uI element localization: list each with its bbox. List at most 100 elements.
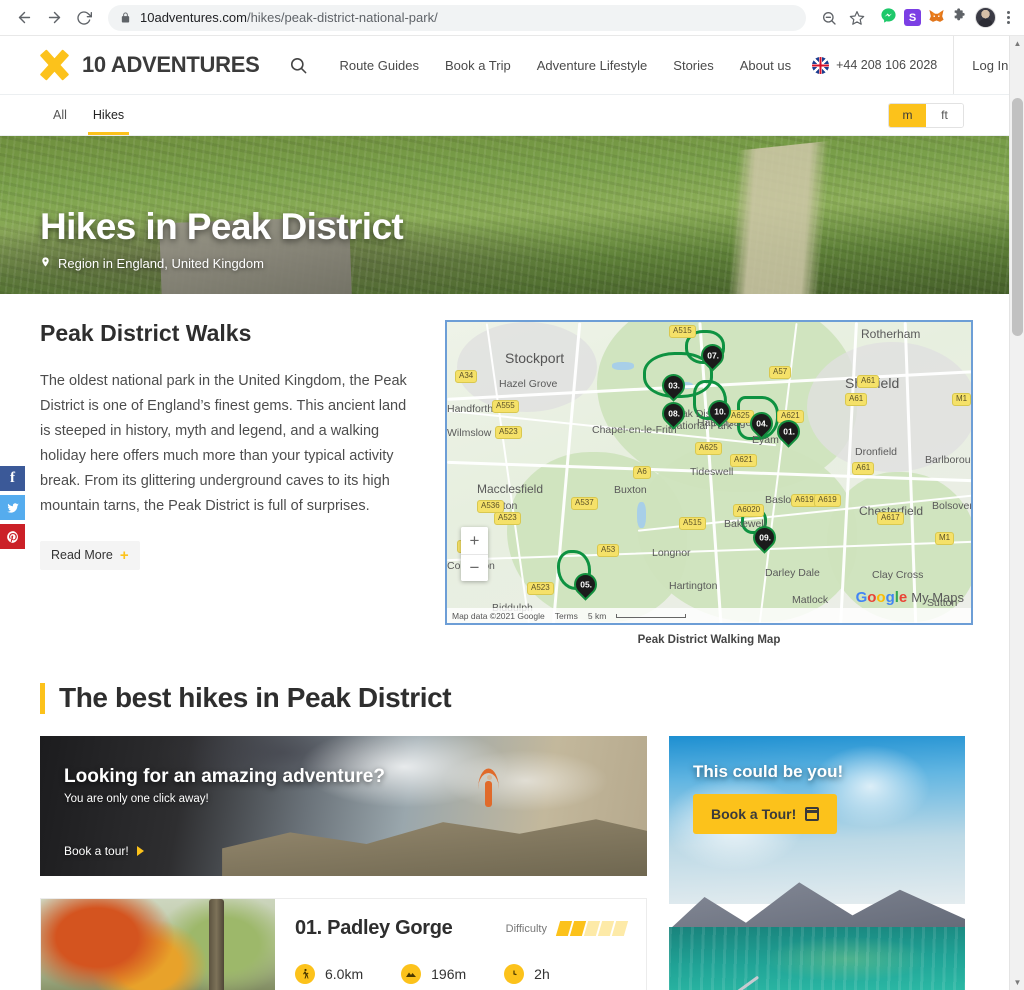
elevation-value: 196m: [431, 966, 467, 982]
page-viewport: 10 ADVENTURES Route Guides Book a Trip A…: [0, 36, 1024, 990]
map-place-label: Hartington: [669, 580, 718, 592]
map-place-label: Stockport: [505, 350, 565, 366]
intro-text-column: Peak District Walks The oldest national …: [40, 320, 415, 646]
unit-meters-button[interactable]: m: [889, 103, 926, 127]
hike-details: 01. Padley Gorge Difficulty 6.0km 196m 2…: [275, 899, 646, 990]
twitter-share-button[interactable]: [0, 495, 25, 520]
map-place-label: Rotherham: [861, 327, 921, 341]
hero-path-decoration: [457, 136, 1009, 294]
hero-location-text: Region in England, United Kingdom: [58, 256, 264, 271]
map-road-badge: M1: [952, 393, 971, 406]
units-toggle: m ft: [888, 102, 964, 128]
tab-all[interactable]: All: [40, 95, 80, 135]
omnibox-actions: [816, 5, 870, 31]
intro-section: Peak District Walks The oldest national …: [0, 294, 1009, 646]
page-content: 10 ADVENTURES Route Guides Book a Trip A…: [0, 36, 1009, 990]
book-a-tour-button[interactable]: Book a Tour!: [693, 794, 838, 834]
facebook-share-button[interactable]: f: [0, 466, 25, 491]
read-more-label: Read More: [51, 548, 113, 563]
hike-stats: 6.0km 196m 2h: [295, 964, 626, 984]
map-road-badge: M1: [935, 532, 955, 545]
map-zoom-out-button[interactable]: −: [461, 554, 488, 581]
scroll-up-arrow-icon[interactable]: ▲: [1010, 36, 1024, 51]
search-icon[interactable]: [289, 56, 308, 75]
map-zoom-in-button[interactable]: +: [461, 527, 488, 554]
metamask-extension-icon[interactable]: [928, 7, 945, 29]
adventure-banner[interactable]: Looking for an amazing adventure? You ar…: [40, 736, 647, 876]
banner-subtitle: You are only one click away!: [64, 793, 209, 805]
mountain-icon: [401, 964, 422, 984]
map-place-label: Clay Cross: [872, 569, 924, 581]
map-road-badge: A6020: [733, 504, 765, 517]
map-road-badge: A515: [669, 325, 696, 338]
address-bar[interactable]: 10adventures.com/hikes/peak-district-nat…: [108, 4, 806, 31]
intro-heading: Peak District Walks: [40, 320, 252, 346]
intro-read-more-button[interactable]: Read More +: [40, 540, 140, 570]
location-pin-icon: [40, 255, 51, 272]
unit-feet-button[interactable]: ft: [926, 103, 963, 127]
site-header: 10 ADVENTURES Route Guides Book a Trip A…: [0, 36, 1009, 95]
thumbnail-tree-decoration: [208, 899, 224, 990]
nav-item-adventure-lifestyle[interactable]: Adventure Lifestyle: [524, 58, 661, 73]
hike-title[interactable]: 01. Padley Gorge: [295, 917, 453, 940]
hikes-column: Looking for an amazing adventure? You ar…: [40, 736, 647, 990]
profile-avatar-icon[interactable]: [975, 7, 996, 28]
stat-distance: 6.0km: [295, 964, 363, 984]
hike-thumbnail[interactable]: [41, 899, 275, 990]
banner-title: Looking for an amazing adventure?: [64, 766, 385, 787]
map-road-badge: A536: [477, 500, 504, 513]
map-road-badge: A619: [814, 494, 841, 507]
map-road-badge: A6: [633, 466, 651, 479]
site-logo[interactable]: 10 ADVENTURES: [38, 49, 260, 81]
map-place-label: Barlborough: [925, 454, 971, 466]
star-icon[interactable]: [844, 5, 870, 31]
browser-toolbar: 10adventures.com/hikes/peak-district-nat…: [0, 0, 1024, 36]
calendar-icon: [805, 807, 820, 821]
back-arrow-icon[interactable]: [10, 4, 38, 32]
google-map[interactable]: StockportSheffieldRotherhamMacclesfieldC…: [445, 320, 973, 625]
nav-item-about-us[interactable]: About us: [727, 58, 804, 73]
puzzle-extensions-icon[interactable]: [952, 7, 968, 28]
map-place-label: Darley Dale: [765, 567, 820, 579]
map-road-badge: A61: [852, 462, 875, 475]
scrollbar-thumb[interactable]: [1012, 98, 1023, 336]
map-place-label: Chapel-en-le-Frith: [592, 424, 677, 436]
clock-icon: [504, 964, 525, 984]
zoom-out-icon[interactable]: [816, 5, 842, 31]
google-maps-logo: Google My Maps: [855, 589, 964, 606]
tab-hikes[interactable]: Hikes: [80, 95, 137, 135]
forward-arrow-icon[interactable]: [40, 4, 68, 32]
map-terms-link[interactable]: Terms: [555, 611, 578, 621]
stat-elevation: 196m: [401, 964, 466, 984]
map-place-label: Longnor: [652, 547, 691, 559]
difficulty-label: Difficulty: [505, 922, 547, 935]
map-road-badge: A61: [857, 375, 880, 388]
page-scrollbar[interactable]: ▲ ▼: [1009, 36, 1024, 990]
phone-number: +44 208 106 2028: [836, 58, 938, 72]
promo-content: This could be you! Book a Tour!: [693, 762, 843, 834]
banner-hiker-figure: [478, 768, 500, 816]
stat-duration: 2h: [504, 964, 550, 984]
nav-item-book-a-trip[interactable]: Book a Trip: [432, 58, 524, 73]
hike-title-row: 01. Padley Gorge Difficulty: [295, 917, 629, 940]
banner-cta[interactable]: Book a tour!: [64, 844, 144, 858]
map-column: StockportSheffieldRotherhamMacclesfieldC…: [445, 320, 973, 646]
kebab-menu-icon[interactable]: [1003, 11, 1014, 24]
reload-icon[interactable]: [70, 4, 98, 32]
nav-item-stories[interactable]: Stories: [660, 58, 726, 73]
phone-block[interactable]: +44 208 106 2028: [804, 56, 953, 74]
hike-card[interactable]: 01. Padley Gorge Difficulty 6.0km 196m 2…: [40, 898, 647, 990]
messenger-extension-icon[interactable]: [880, 7, 897, 29]
promo-card[interactable]: This could be you! Book a Tour!: [669, 736, 965, 990]
map-data-credit: Map data ©2021 Google: [452, 610, 545, 621]
book-a-tour-label: Book a Tour!: [711, 806, 797, 822]
uk-flag-icon: [812, 56, 830, 74]
nav-item-route-guides[interactable]: Route Guides: [326, 58, 432, 73]
pinterest-share-button[interactable]: [0, 524, 25, 549]
promo-column: This could be you! Book a Tour!: [669, 736, 965, 990]
scroll-down-arrow-icon[interactable]: ▼: [1010, 975, 1024, 990]
plus-icon: +: [119, 546, 129, 564]
content-grid: Looking for an amazing adventure? You ar…: [0, 736, 1009, 990]
map-road-badge: A523: [494, 512, 521, 525]
s-extension-icon[interactable]: S: [904, 9, 921, 26]
